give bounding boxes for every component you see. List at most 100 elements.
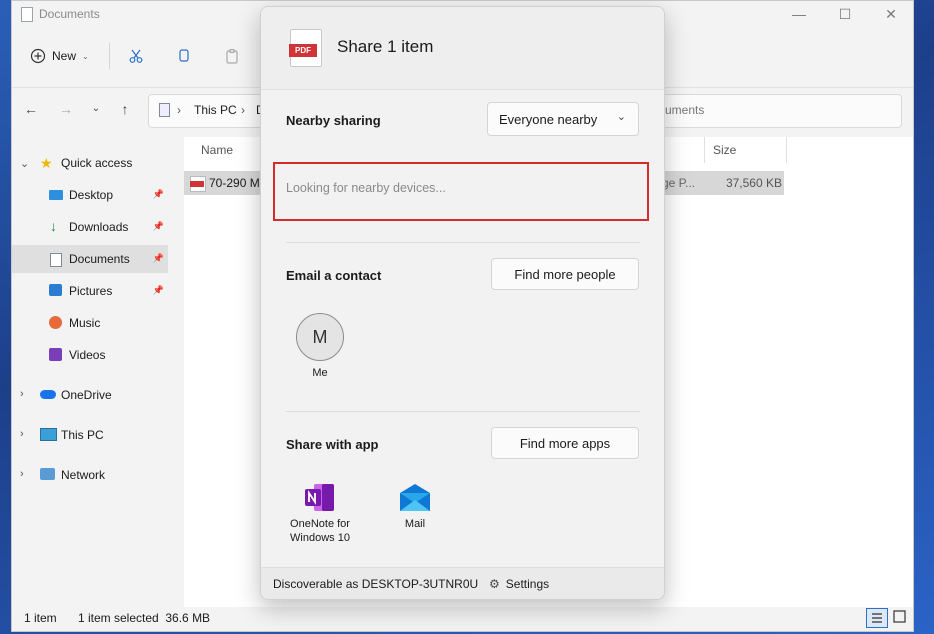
find-more-people-button[interactable]: Find more people xyxy=(491,258,639,290)
sidebar-item-label: Videos xyxy=(69,348,106,362)
window-title: Documents xyxy=(39,7,100,21)
expand-chevron-icon[interactable]: › xyxy=(20,468,24,480)
sidebar-item-music[interactable]: Music xyxy=(12,309,168,337)
back-arrow-icon[interactable]: ← xyxy=(20,98,42,120)
sidebar-item-desktop[interactable]: Desktop 📌 xyxy=(12,181,168,209)
app-name: Mail xyxy=(404,518,426,530)
settings-label: Settings xyxy=(505,577,550,591)
chevron-down-icon: ⌄ xyxy=(616,111,626,123)
videos-icon xyxy=(49,348,62,361)
gear-icon: ⚙ xyxy=(489,577,500,591)
plus-circle-icon xyxy=(30,48,46,64)
network-icon xyxy=(40,468,55,480)
breadcrumb-this-pc[interactable]: This PC xyxy=(194,103,237,117)
new-button[interactable]: New ⌄ xyxy=(30,43,89,69)
chevron-down-icon: ⌄ xyxy=(82,51,89,61)
search-box[interactable]: uments xyxy=(638,94,902,128)
tiles-view-button[interactable] xyxy=(892,609,908,625)
nearby-devices-area: Looking for nearby devices... xyxy=(273,162,649,221)
sidebar-item-pictures[interactable]: Pictures 📌 xyxy=(12,277,168,305)
sidebar-item-label: Pictures xyxy=(69,284,113,298)
expand-chevron-icon[interactable]: › xyxy=(20,428,24,440)
details-view-button[interactable] xyxy=(866,608,888,628)
app-name-line1: OneNote for xyxy=(290,518,350,530)
pin-icon[interactable]: 📌 xyxy=(153,253,164,264)
copy-button[interactable] xyxy=(176,43,192,69)
up-arrow-icon[interactable]: ↑ xyxy=(114,98,136,120)
pdf-badge xyxy=(190,181,204,187)
sidebar-item-this-pc[interactable]: › This PC xyxy=(12,421,168,449)
paste-button[interactable] xyxy=(224,43,240,69)
sidebar-item-label: Documents xyxy=(69,252,130,266)
search-placeholder: uments xyxy=(665,103,705,117)
find-more-apps-button[interactable]: Find more apps xyxy=(491,427,639,459)
sidebar-item-downloads[interactable]: ↓ Downloads 📌 xyxy=(12,213,168,241)
pictures-icon xyxy=(49,284,62,296)
onenote-icon xyxy=(305,484,334,511)
star-icon: ★ xyxy=(40,155,53,171)
sidebar-item-label: OneDrive xyxy=(61,388,112,402)
mail-icon xyxy=(400,484,430,511)
music-icon xyxy=(49,316,62,329)
sidebar-item-onedrive[interactable]: › OneDrive xyxy=(12,381,168,409)
pdf-file-icon: PDF xyxy=(289,29,322,67)
file-name: 70-290 Ma xyxy=(209,176,267,190)
list-icon xyxy=(872,613,882,623)
sidebar-item-quick-access[interactable]: ⌄ ★ Quick access xyxy=(12,149,168,177)
monitor-icon xyxy=(40,428,57,441)
expand-chevron-icon[interactable]: › xyxy=(20,388,24,400)
expand-chevron-icon[interactable]: ⌄ xyxy=(20,157,29,170)
share-footer: Discoverable as DESKTOP-3UTNR0U ⚙ Settin… xyxy=(261,567,664,599)
pdf-badge: PDF xyxy=(289,44,317,57)
sidebar-item-label: Downloads xyxy=(69,220,129,234)
close-button[interactable]: ✕ xyxy=(878,5,904,23)
file-size: 37,560 KB xyxy=(725,176,782,190)
minimize-button[interactable]: — xyxy=(786,5,812,23)
settings-link[interactable]: ⚙ Settings xyxy=(489,577,549,591)
discoverable-text: Discoverable as DESKTOP-3UTNR0U xyxy=(273,577,479,591)
toolbar-divider xyxy=(109,43,110,69)
item-count: 1 item xyxy=(24,611,57,625)
share-title: Share 1 item xyxy=(337,37,434,56)
looking-status: Looking for nearby devices... xyxy=(286,181,446,195)
column-header-size[interactable]: Size xyxy=(713,143,736,157)
scissors-icon xyxy=(129,49,143,63)
cloud-icon xyxy=(40,390,56,399)
recent-chevron-icon[interactable]: ⌄ xyxy=(85,98,107,120)
maximize-button[interactable]: ☐ xyxy=(832,5,858,23)
status-bar: 1 item 1 item selected 36.6 MB xyxy=(12,607,913,631)
pin-icon[interactable]: 📌 xyxy=(153,285,164,296)
sidebar-item-documents[interactable]: Documents 📌 xyxy=(12,245,168,273)
onenote-app-button[interactable]: OneNote for Windows 10 xyxy=(283,483,357,544)
sidebar-item-videos[interactable]: Videos xyxy=(12,341,168,369)
cut-button[interactable] xyxy=(128,43,144,69)
share-with-app-label: Share with app xyxy=(286,437,379,452)
contact-name: Me xyxy=(312,367,328,379)
pin-icon[interactable]: 📌 xyxy=(153,221,164,232)
sidebar-item-network[interactable]: › Network xyxy=(12,461,168,489)
new-label: New xyxy=(52,49,77,63)
nearby-sharing-label: Nearby sharing xyxy=(286,113,381,128)
file-type: ge P... xyxy=(662,176,696,190)
pin-icon[interactable]: 📌 xyxy=(153,189,164,200)
column-header-name[interactable]: Name xyxy=(201,143,233,157)
clipboard-icon xyxy=(226,49,238,64)
sidebar-item-label: This PC xyxy=(61,428,104,442)
column-divider xyxy=(704,137,705,163)
email-contact-label: Email a contact xyxy=(286,268,382,283)
sidebar-item-label: Network xyxy=(61,468,106,482)
column-divider xyxy=(786,137,787,163)
contact-avatar[interactable]: M xyxy=(296,313,344,361)
divider xyxy=(286,242,640,243)
desktop-icon xyxy=(49,190,63,200)
mail-app-button[interactable]: Mail xyxy=(387,483,443,530)
documents-icon xyxy=(50,253,62,267)
nearby-sharing-dropdown[interactable]: Everyone nearby ⌄ xyxy=(487,102,639,136)
copy-icon xyxy=(179,49,189,62)
tiles-icon xyxy=(893,610,906,623)
forward-arrow-icon[interactable]: → xyxy=(55,98,77,120)
app-name-line2: Windows 10 xyxy=(290,532,350,544)
navigation-pane: ⌄ ★ Quick access Desktop 📌 ↓ Downloads 📌… xyxy=(12,143,168,503)
share-header: PDF Share 1 item xyxy=(261,7,664,90)
selection-info: 1 item selected 36.6 MB xyxy=(78,611,211,625)
